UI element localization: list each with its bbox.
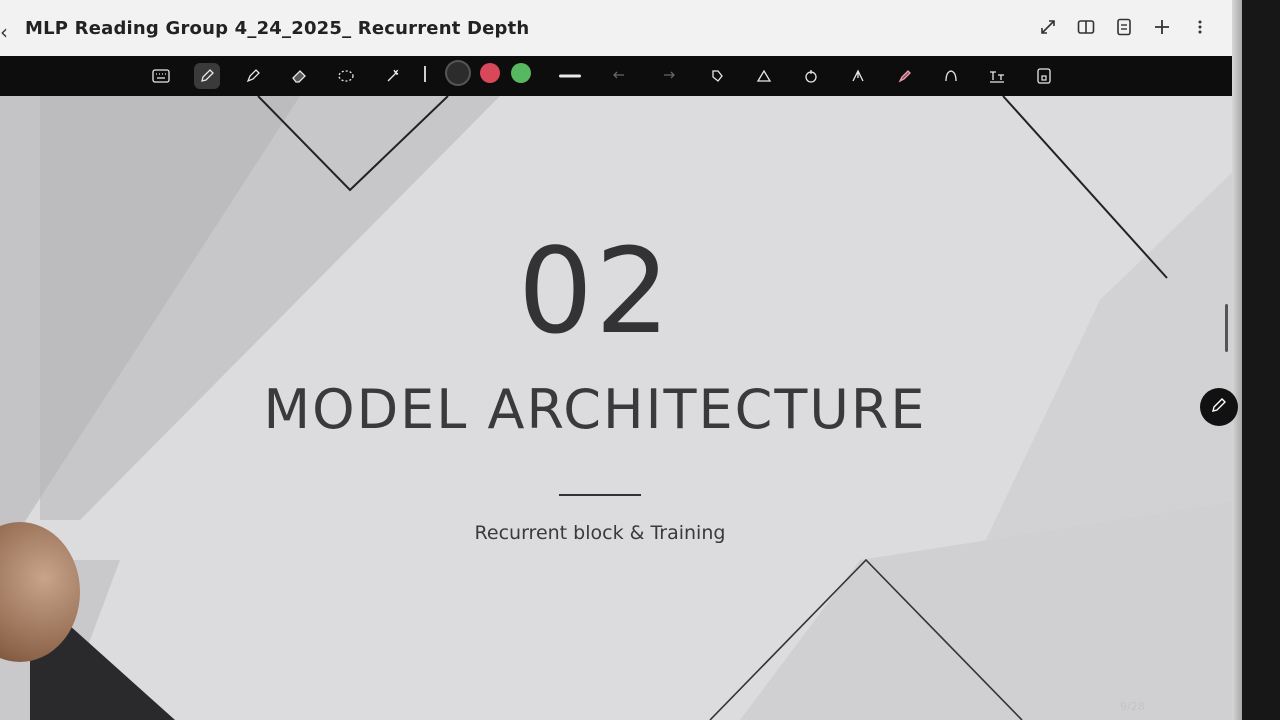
page-indicator: 9/28 (1120, 700, 1145, 713)
color-swatch-green[interactable] (511, 63, 531, 83)
redo-icon[interactable] (655, 63, 681, 89)
more-icon[interactable] (1190, 16, 1210, 38)
shape-icon[interactable] (704, 63, 730, 89)
ink-icon[interactable] (798, 63, 824, 89)
marker-icon[interactable] (892, 63, 918, 89)
header-actions (1038, 16, 1210, 38)
back-icon[interactable]: ‹ (0, 20, 8, 44)
split-view-icon[interactable] (1076, 16, 1096, 38)
pencil-button[interactable] (1200, 388, 1238, 426)
text-icon[interactable] (938, 63, 964, 89)
section-heading: MODEL ARCHITECTURE (263, 378, 927, 441)
document-title: MLP Reading Group 4_24_2025_ Recurrent D… (25, 18, 530, 39)
lasso-icon[interactable] (333, 63, 359, 89)
pen-icon[interactable] (194, 63, 220, 89)
toolbar-divider (424, 66, 426, 82)
device-bezel (1242, 0, 1280, 720)
arrow-icon[interactable] (845, 63, 871, 89)
magic-icon[interactable] (380, 63, 406, 89)
text-box-icon[interactable] (984, 63, 1010, 89)
stroke-width-icon[interactable] (557, 63, 583, 89)
pages-icon[interactable] (1114, 16, 1134, 38)
expand-icon[interactable] (1038, 16, 1058, 38)
section-subtitle: Recurrent block & Training (474, 522, 726, 544)
color-swatch-black[interactable] (447, 62, 469, 84)
screen-edge (1232, 0, 1242, 720)
lock-icon[interactable] (1031, 63, 1057, 89)
pencil-icon (1210, 396, 1228, 418)
scroll-indicator[interactable] (1225, 304, 1228, 352)
eraser-icon[interactable] (286, 63, 312, 89)
undo-icon[interactable] (607, 63, 633, 89)
app-header: ‹ MLP Reading Group 4_24_2025_ Recurrent… (0, 0, 1232, 56)
color-swatch-red[interactable] (480, 63, 500, 83)
keyboard-icon[interactable] (148, 63, 174, 89)
heading-divider (559, 494, 641, 496)
laser-icon[interactable] (751, 63, 777, 89)
section-number: 02 (517, 222, 673, 360)
highlighter-icon[interactable] (240, 63, 266, 89)
add-icon[interactable] (1152, 16, 1172, 38)
